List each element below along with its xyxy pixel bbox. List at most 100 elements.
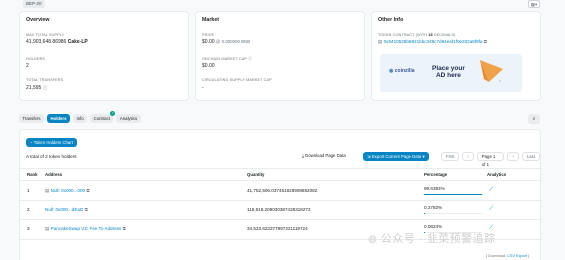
circ-cap-label: CIRCULATING SUPPLY MARKET CAP [202, 78, 272, 82]
pager-next-button[interactable]: › [507, 152, 519, 161]
circ-cap-value: - [202, 85, 204, 91]
view-options-dropdown[interactable]: ▦▾ [528, 0, 540, 8]
chevron-right-icon: › [512, 154, 514, 159]
tab-analytics[interactable]: Analytics [116, 114, 141, 123]
transfers-label: TOTAL TRANSFERS [26, 78, 64, 82]
col-header-analytics: Analytics [487, 172, 507, 177]
contract-doc-icon: ▤ [45, 226, 50, 231]
token-holders-chart-button[interactable]: ◔ Token Holders Chart [26, 138, 77, 147]
overview-card: Overview MAX TOTAL SUPPLY 41,903,648.869… [19, 11, 189, 101]
row-1-analytics-icon[interactable]: ⟋ [489, 187, 493, 194]
ad-headline: Place your AD here [432, 65, 465, 79]
row-2-percentage: 0.2783% [424, 205, 443, 210]
download-page-data-button[interactable]: ⤓ Download Page Data [298, 152, 350, 161]
row-2-address-link[interactable]: Null: 0x000...dEaD [45, 207, 83, 212]
row-divider [20, 200, 542, 201]
coinzilla-icon: ◉ [389, 68, 394, 74]
market-title: Market [202, 17, 220, 23]
wechat-icon: ◍ [368, 234, 378, 245]
row-1-percentage-track [424, 194, 482, 195]
holders-label: HOLDERS [26, 57, 46, 61]
row-3-address-link[interactable]: PancakeSwap V2: Fee To Address [51, 226, 122, 231]
overview-title: Overview [26, 17, 50, 23]
contract-doc-icon: ▤ [378, 39, 383, 44]
pager-prev-button[interactable]: ‹ [462, 152, 474, 161]
chart-pie-icon: ◔ [30, 140, 33, 145]
onchain-cap-value: $0.00 [202, 63, 215, 69]
ad-banner[interactable]: ◉ coinzilla Place your AD here [380, 54, 522, 92]
tab-contract[interactable]: Contract ✓ [90, 111, 116, 123]
row-3-address: ▤ PancakeSwap V2: Fee To Address ⧉ [45, 226, 126, 232]
row-2-quantity: 116,619.209030387428318272 [247, 207, 311, 212]
price-value: $0.00 @ 0.000000 BNB [202, 39, 251, 45]
pager-first-button[interactable]: First [441, 152, 460, 161]
copy-icon[interactable]: ⧉ [484, 39, 487, 44]
export-page-data-button[interactable]: ⇲ Export Current Page Data ▾ [363, 152, 429, 161]
tab-info[interactable]: Info [73, 114, 88, 123]
verified-check-icon: ✓ [110, 111, 116, 116]
transfers-value: 21,595 ⓘ [26, 85, 48, 91]
copy-icon[interactable]: ⧉ [123, 226, 126, 231]
grid-icon: ▦▾ [530, 2, 538, 7]
row-2-address: Null: 0x000...dEaD ⧉ [45, 207, 88, 212]
row-1-percentage-bar [424, 194, 482, 195]
row-3-quantity: 34,523.623377897221119724 [247, 226, 308, 231]
onchain-cap-label: ONCHAIN MARKET CAP ⓘ [202, 57, 252, 61]
row-1-percentage: 99.6393% [424, 186, 445, 191]
tab-holders[interactable]: Holders [47, 114, 70, 123]
chevron-down-icon: ▾ [422, 154, 425, 159]
table-divider [20, 168, 542, 169]
price-label: PRICE [202, 33, 215, 37]
row-2-analytics-icon[interactable]: ⟋ [489, 206, 493, 213]
export-icon: ⇲ [367, 154, 371, 159]
contract-address-link[interactable]: 0x5410525b6921bbc349c7d94eaf1f0e202a6f9f… [384, 39, 483, 44]
row-1-rank: 1 [27, 188, 30, 193]
csv-export-link[interactable]: CSV Export [507, 254, 527, 258]
col-header-percentage: Percentage [424, 172, 448, 177]
price-bnb: @ 0.000000 BNB [215, 39, 251, 44]
holders-summary: A total of 2 token holders [26, 154, 77, 159]
contract-address-row: ▤ 0x5410525b6921bbc349c7d94eaf1f0e202a6f… [378, 39, 487, 45]
row-2-rank: 2 [27, 207, 30, 212]
row-2-percentage-track [424, 213, 482, 214]
contract-doc-icon: ▤ [45, 188, 50, 193]
pagination: First ‹ Page 1 of 1 › Last [441, 152, 540, 167]
ad-line-2: AD here [435, 72, 461, 79]
token-symbol: Cake-LP [67, 39, 88, 45]
row-1-address: ▤ Null: 0x000...000 ⧉ [45, 188, 90, 194]
col-header-address: Address [45, 172, 63, 177]
search-icon: ⌕ [532, 116, 536, 122]
other-info-title: Other Info [378, 17, 404, 23]
max-supply-label: MAX TOTAL SUPPLY [26, 33, 65, 37]
holders-value: 2 [26, 63, 29, 69]
download-icon: ⤓ [302, 153, 304, 158]
token-standard-badge: BEP-20 [23, 0, 45, 8]
copy-icon[interactable]: ⧉ [86, 188, 89, 193]
col-header-quantity: Quantity [247, 172, 265, 177]
copy-icon[interactable]: ⧉ [85, 207, 88, 212]
ad-arrow-graphic [480, 60, 503, 83]
max-supply-value: 41,903,648.86986 Cake-LP [26, 39, 88, 45]
row-1-quantity: 41,752,506.037451828908882082 [247, 188, 318, 193]
row-3-percentage: 0.0824% [424, 224, 443, 229]
pager-last-button[interactable]: Last [521, 152, 540, 161]
row-2-percentage-bar [424, 213, 425, 214]
csv-export-footer: [ Download: CSV Export ] [486, 254, 530, 258]
market-card: Market PRICE $0.00 @ 0.000000 BNB ONCHAI… [195, 11, 365, 101]
header-divider [20, 180, 542, 181]
info-icon[interactable]: ⓘ [248, 57, 252, 61]
col-header-rank: Rank [27, 172, 38, 177]
info-icon[interactable]: ⓘ [43, 85, 48, 90]
ad-line-1: Place your [432, 65, 465, 72]
pager-info: Page 1 of 1 [476, 152, 505, 167]
tab-transfers[interactable]: Transfers [19, 114, 44, 123]
search-button[interactable]: ⌕ [528, 114, 540, 124]
tab-bar: Transfers Holders Info Contract ✓ Analyt… [19, 111, 141, 124]
contract-label: TOKEN CONTRACT (WITH 18 DECIMALS) [378, 33, 456, 37]
chevron-left-icon: ‹ [467, 154, 469, 159]
wechat-watermark: ◍ 公众号 · 韭菜预警追踪 [368, 233, 496, 245]
row-divider [20, 219, 542, 220]
coinzilla-logo: ◉ coinzilla [389, 68, 415, 74]
row-3-rank: 3 [27, 226, 30, 231]
row-1-address-link[interactable]: Null: 0x000...000 [51, 188, 85, 193]
